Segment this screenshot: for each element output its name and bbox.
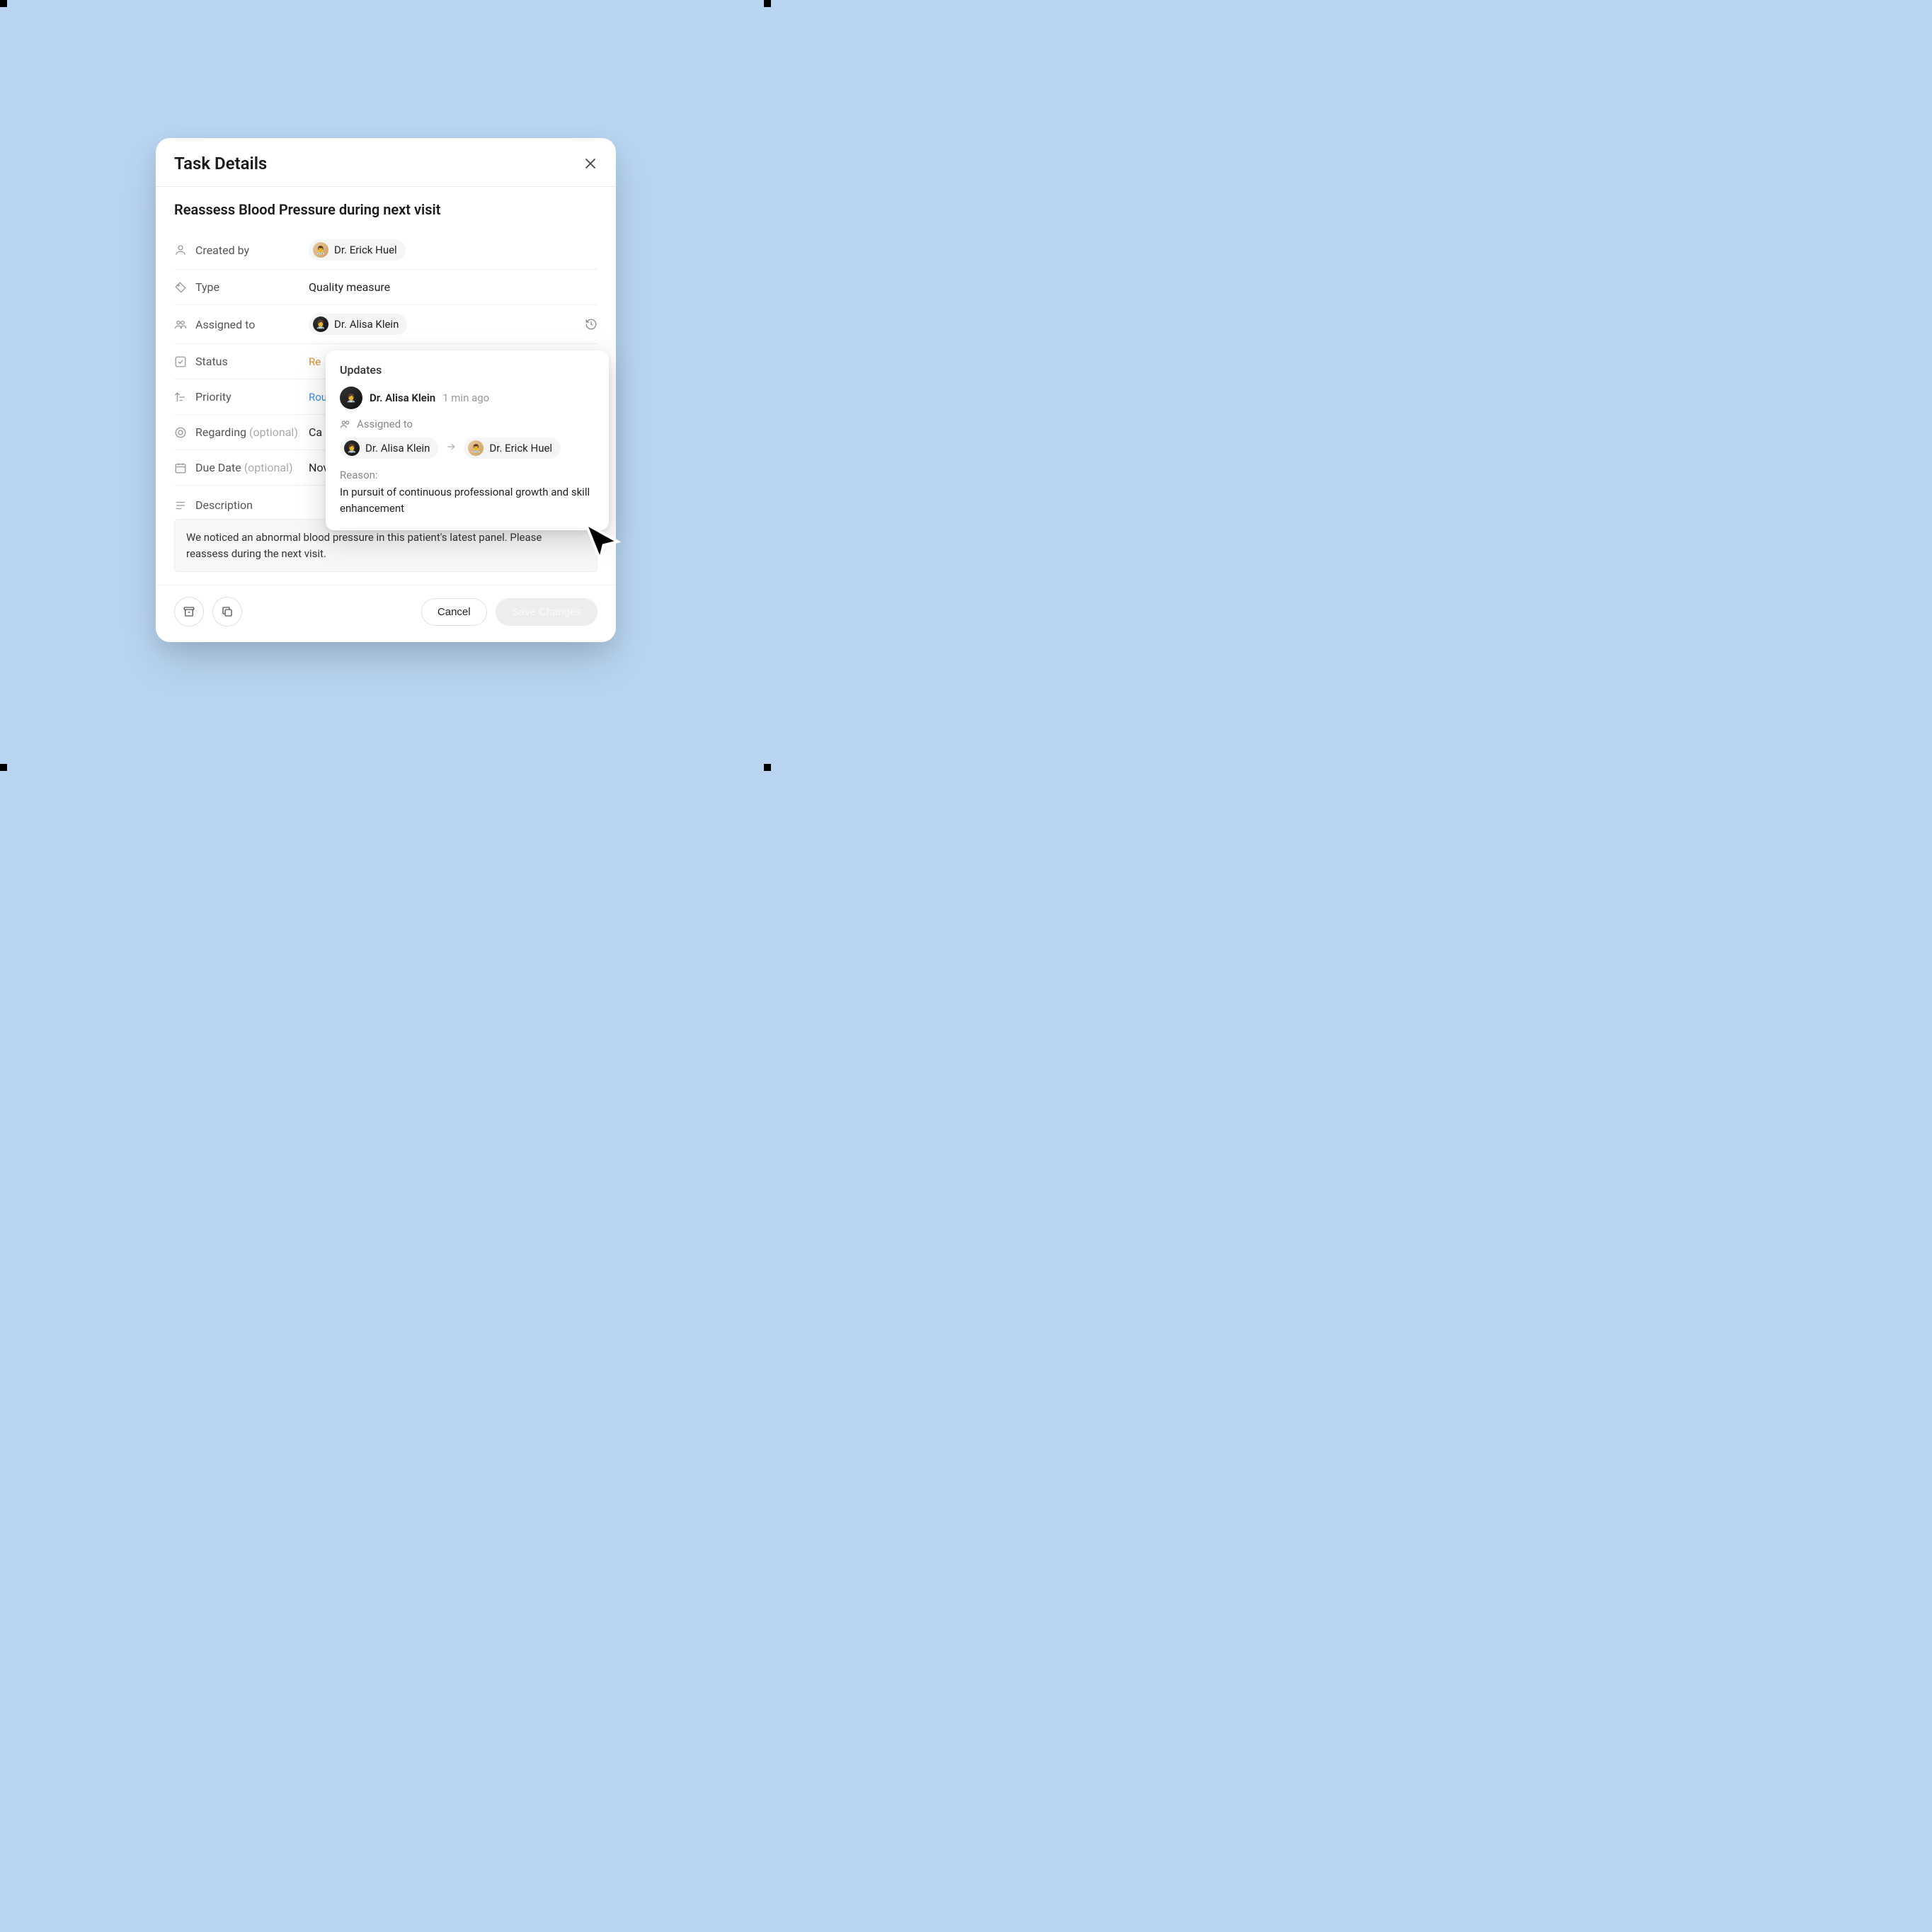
calendar-icon	[174, 462, 188, 474]
field-created-by: Created by 👨‍⚕️ Dr. Erick Huel	[174, 231, 598, 270]
close-icon	[585, 158, 596, 169]
modal-title: Task Details	[174, 154, 267, 173]
people-icon	[340, 418, 351, 430]
field-label: Priority	[195, 390, 309, 404]
target-icon	[174, 426, 188, 439]
avatar: 👨‍⚕️	[468, 440, 484, 456]
arrow-right-icon	[445, 441, 457, 455]
field-label: Description	[195, 498, 309, 512]
avatar: 👩‍⚕️	[340, 387, 362, 409]
checkbox-icon	[174, 355, 188, 368]
field-label: Due Date (optional)	[195, 461, 309, 474]
priority-value[interactable]: Rou	[309, 391, 327, 404]
field-label: Regarding (optional)	[195, 425, 309, 439]
task-title: Reassess Blood Pressure during next visi…	[174, 201, 598, 218]
archive-icon	[183, 605, 195, 618]
popover-title: Updates	[340, 363, 595, 377]
status-value[interactable]: Re	[309, 355, 321, 368]
field-type: Type Quality measure	[174, 270, 598, 305]
field-label: Assigned to	[195, 318, 309, 331]
field-label: Status	[195, 355, 309, 368]
update-actor: Dr. Alisa Klein	[370, 391, 435, 404]
close-button[interactable]	[583, 156, 598, 171]
created-by-name: Dr. Erick Huel	[334, 244, 397, 256]
copy-icon	[221, 605, 234, 618]
history-button[interactable]	[585, 318, 598, 331]
changed-field-label: Assigned to	[357, 418, 413, 430]
update-time: 1 min ago	[442, 391, 489, 404]
reason-text: In pursuit of continuous professional gr…	[340, 484, 595, 516]
field-label: Type	[195, 280, 309, 294]
created-by-chip[interactable]: 👨‍⚕️ Dr. Erick Huel	[309, 239, 406, 261]
text-icon	[174, 499, 188, 512]
history-icon	[585, 318, 598, 331]
modal-header: Task Details	[156, 138, 616, 187]
from-chip: 👩‍⚕️ Dr. Alisa Klein	[340, 438, 438, 459]
to-chip: 👨‍⚕️ Dr. Erick Huel	[464, 438, 561, 459]
updates-popover: Updates 👩‍⚕️ Dr. Alisa Klein 1 min ago A…	[326, 350, 609, 530]
copy-button[interactable]	[212, 597, 242, 627]
field-assigned-to: Assigned to 👩‍⚕️ Dr. Alisa Klein	[174, 305, 598, 344]
cancel-button[interactable]: Cancel	[421, 598, 487, 626]
avatar: 👩‍⚕️	[313, 316, 328, 332]
tag-icon	[174, 281, 188, 294]
avatar: 👩‍⚕️	[344, 440, 360, 456]
save-button[interactable]: Save Changes	[496, 598, 598, 626]
task-details-modal: Task Details Reassess Blood Pressure dur…	[156, 138, 616, 642]
person-icon	[174, 244, 188, 256]
archive-button[interactable]	[174, 597, 204, 627]
modal-footer: Cancel Save Changes	[156, 585, 616, 642]
reason-label: Reason:	[340, 469, 595, 481]
type-value[interactable]: Quality measure	[309, 280, 598, 294]
assigned-to-name: Dr. Alisa Klein	[334, 318, 399, 331]
people-icon	[174, 318, 188, 331]
assigned-to-chip[interactable]: 👩‍⚕️ Dr. Alisa Klein	[309, 314, 407, 335]
avatar: 👨‍⚕️	[313, 242, 328, 258]
priority-icon	[174, 391, 188, 404]
field-label: Created by	[195, 244, 309, 257]
